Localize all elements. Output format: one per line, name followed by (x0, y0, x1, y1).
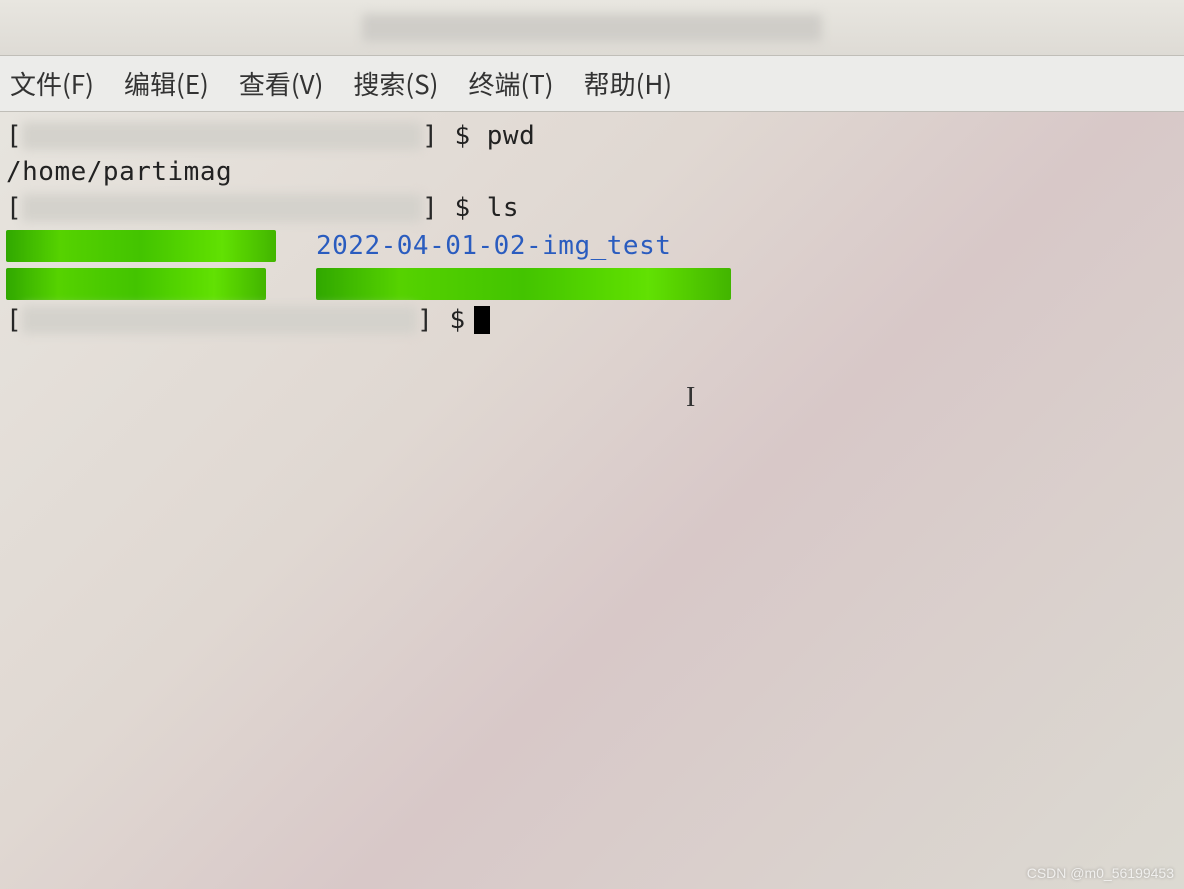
window-titlebar (0, 0, 1184, 56)
menu-bar: 文件(F) 编辑(E) 查看(V) 搜索(S) 终端(T) 帮助(H) (0, 56, 1184, 112)
hostname-redacted (22, 306, 417, 334)
terminal-output-area[interactable]: [ ] $ pwd /home/partimag [ ] $ ls 2022-0… (0, 112, 1184, 344)
prompt-line-3: [ ] $ (6, 302, 1178, 338)
title-redacted (362, 14, 822, 42)
prompt-line-2: [ ] $ ls (6, 190, 1178, 226)
prompt-bracket-close: ] $ (422, 118, 470, 154)
prompt-bracket-close: ] $ (422, 190, 470, 226)
prompt-bracket-open: [ (6, 118, 22, 154)
menu-view[interactable]: 查看(V) (237, 61, 326, 106)
ls-directory-entry: 2022-04-01-02-img_test (316, 228, 1178, 264)
terminal-window: 文件(F) 编辑(E) 查看(V) 搜索(S) 终端(T) 帮助(H) [ ] … (0, 0, 1184, 889)
ls-entry-redacted-3 (316, 268, 731, 300)
pwd-output-line: /home/partimag (6, 154, 1178, 190)
command-ls: ls (487, 190, 519, 226)
watermark-text: CSDN @m0_56199453 (1027, 865, 1174, 881)
menu-file[interactable]: 文件(F) (8, 61, 96, 106)
pwd-output: /home/partimag (6, 154, 232, 190)
prompt-bracket-open: [ (6, 302, 22, 338)
prompt-bracket-open: [ (6, 190, 22, 226)
cursor-icon (474, 306, 490, 334)
menu-help[interactable]: 帮助(H) (582, 61, 675, 106)
prompt-bracket-close: ] $ (417, 302, 465, 338)
ls-entry-redacted-1 (6, 230, 276, 262)
menu-edit[interactable]: 编辑(E) (122, 61, 211, 106)
command-pwd: pwd (487, 118, 535, 154)
hostname-redacted (22, 194, 422, 222)
menu-terminal[interactable]: 终端(T) (466, 61, 555, 106)
hostname-redacted (22, 122, 422, 150)
ls-output: 2022-04-01-02-img_test (6, 228, 1178, 300)
ls-entry-redacted-2 (6, 268, 266, 300)
text-cursor-icon: I (686, 380, 696, 416)
prompt-line-1: [ ] $ pwd (6, 118, 1178, 154)
menu-search[interactable]: 搜索(S) (351, 61, 440, 106)
